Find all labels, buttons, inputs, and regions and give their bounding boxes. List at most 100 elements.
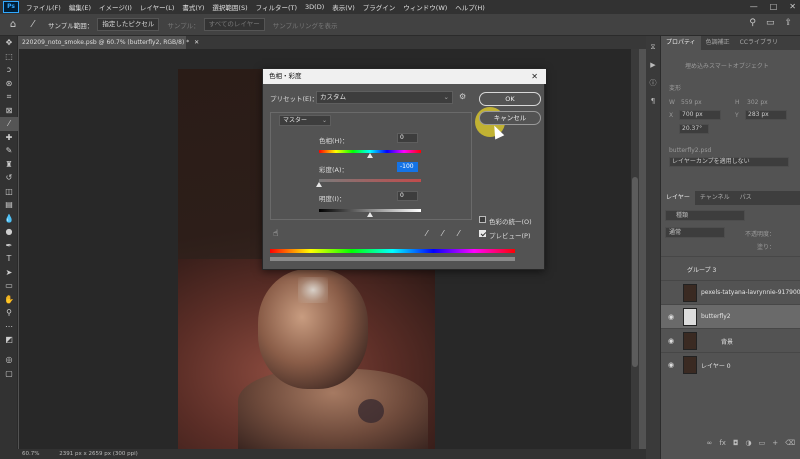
clone-stamp-icon[interactable]: ♜ <box>0 158 18 172</box>
lightness-slider-handle[interactable] <box>367 212 373 217</box>
canvas-scrollbar[interactable] <box>631 49 639 449</box>
path-select-icon[interactable]: ➤ <box>0 266 18 280</box>
pen-tool-icon[interactable]: ✒ <box>0 239 18 253</box>
layer-row[interactable]: ◉ レイヤー 0 <box>661 352 800 376</box>
tab-paths[interactable]: パス <box>735 191 757 205</box>
screen-mode-icon[interactable]: ▢ <box>0 367 18 381</box>
sample-size-select[interactable]: 指定したピクセル <box>97 18 160 31</box>
close-tab-icon[interactable]: ✕ <box>194 39 199 46</box>
color-swatch-icon[interactable]: ◩ <box>0 333 18 353</box>
adjustment-icon[interactable]: ◑ <box>745 436 751 450</box>
share-icon[interactable]: ⇪ <box>784 18 792 28</box>
angle-field[interactable]: 20.37° <box>679 124 709 134</box>
show-ring-checkbox[interactable]: サンプルリングを表示 <box>273 20 338 30</box>
layer-row[interactable]: pexels-tatyana-lavrynnie-917900 <box>661 280 800 304</box>
ok-button[interactable]: OK <box>479 92 541 106</box>
saturation-slider-track[interactable] <box>319 179 421 182</box>
colorize-checkbox[interactable] <box>479 216 486 223</box>
lasso-tool-icon[interactable]: ↄ <box>0 63 18 77</box>
history-panel-icon[interactable]: ⧖ <box>646 40 660 54</box>
menu-filter[interactable]: フィルター(T) <box>256 2 297 12</box>
eye-icon[interactable]: ◉ <box>668 337 674 345</box>
eraser-tool-icon[interactable]: ◫ <box>0 185 18 199</box>
y-field[interactable]: 283 px <box>745 110 787 120</box>
zoom-level[interactable]: 60.7% <box>22 451 39 457</box>
eye-icon[interactable]: ◉ <box>668 313 674 321</box>
tab-properties[interactable]: プロパティ <box>661 36 701 50</box>
layer-filter-input[interactable]: 種類 <box>665 210 745 221</box>
saturation-slider-handle[interactable] <box>316 182 322 187</box>
crop-tool-icon[interactable]: ⌗ <box>0 90 18 104</box>
preview-checkbox[interactable] <box>479 230 486 237</box>
menu-help[interactable]: ヘルプ(H) <box>455 2 484 12</box>
blend-mode-select[interactable]: 通常 <box>665 227 725 238</box>
cancel-button[interactable]: キャンセル <box>479 111 541 125</box>
height-value[interactable]: 302 px <box>747 99 768 106</box>
new-layer-icon[interactable]: + <box>772 436 778 450</box>
menu-file[interactable]: ファイル(F) <box>26 2 61 12</box>
dodge-tool-icon[interactable]: ● <box>0 225 18 239</box>
eyedropper-icon[interactable]: ⁄ <box>426 229 427 238</box>
channel-select[interactable]: マスター ⌄ <box>279 115 331 126</box>
saturation-input[interactable]: -100 <box>397 162 418 172</box>
actions-panel-icon[interactable]: ▶ <box>646 58 660 72</box>
layer-comp-select[interactable]: レイヤーカンプを適用しない <box>669 157 789 167</box>
lightness-input[interactable]: 0 <box>397 191 418 201</box>
menu-plugins[interactable]: プラグイン <box>363 2 396 12</box>
frame-tool-icon[interactable]: ⊠ <box>0 104 18 118</box>
quick-select-tool-icon[interactable]: ⊛ <box>0 77 18 91</box>
eyedropper-icon[interactable]: ⁄ <box>0 117 18 131</box>
link-icon[interactable]: ∞ <box>706 436 712 450</box>
menu-select[interactable]: 選択範囲(S) <box>212 2 247 12</box>
fx-icon[interactable]: fx <box>719 436 726 450</box>
hand-tool-icon[interactable]: ✋ <box>0 293 18 307</box>
menu-window[interactable]: ウィンドウ(W) <box>403 2 447 12</box>
layer-row[interactable]: グループ 3 <box>661 256 800 280</box>
close-window-button[interactable]: ✕ <box>789 2 796 11</box>
quick-mask-icon[interactable]: ◎ <box>0 353 18 367</box>
info-panel-icon[interactable]: ⓘ <box>646 76 660 90</box>
healing-brush-icon[interactable]: ✚ <box>0 131 18 145</box>
hue-slider-handle[interactable] <box>367 153 373 158</box>
width-value[interactable]: 559 px <box>681 99 702 106</box>
brush-tool-icon[interactable]: ✎ <box>0 144 18 158</box>
dialog-close-button[interactable]: ✕ <box>531 69 538 84</box>
folder-icon[interactable]: ▭ <box>759 436 766 450</box>
menu-type[interactable]: 書式(Y) <box>182 2 204 12</box>
hue-input[interactable]: 0 <box>397 133 418 143</box>
shape-tool-icon[interactable]: ▭ <box>0 279 18 293</box>
marquee-tool-icon[interactable]: ⬚ <box>0 50 18 64</box>
x-field[interactable]: 700 px <box>679 110 721 120</box>
more-tools-icon[interactable]: ⋯ <box>0 320 18 334</box>
mask-icon[interactable]: ◘ <box>733 436 739 450</box>
preset-select[interactable]: カスタム ⌄ <box>316 91 453 104</box>
menu-view[interactable]: 表示(V) <box>332 2 355 12</box>
home-icon[interactable]: ⌂ <box>6 18 20 32</box>
zoom-tool-icon[interactable]: ⚲ <box>0 306 18 320</box>
workspace-icon[interactable]: ▭ <box>766 18 775 28</box>
tab-adjustments[interactable]: 色調補正 <box>701 36 735 50</box>
type-tool-icon[interactable]: T <box>0 252 18 266</box>
history-brush-icon[interactable]: ↺ <box>0 171 18 185</box>
menu-image[interactable]: イメージ(I) <box>99 2 132 12</box>
tab-cc-libraries[interactable]: CCライブラリ <box>735 36 783 50</box>
gradient-tool-icon[interactable]: ▤ <box>0 198 18 212</box>
maximize-button[interactable]: □ <box>770 2 778 11</box>
menu-3d[interactable]: 3D(D) <box>305 3 324 11</box>
paragraph-panel-icon[interactable]: ¶ <box>646 94 660 108</box>
eyedropper-minus-icon[interactable]: ⁄ <box>458 229 459 238</box>
layer-row[interactable]: ◉ butterfly2 <box>661 304 800 328</box>
scrollbar-thumb[interactable] <box>632 177 638 367</box>
tab-channels[interactable]: チャンネル <box>695 191 735 205</box>
target-adjust-icon[interactable]: ☝ <box>273 229 278 239</box>
search-icon[interactable]: ⚲ <box>749 18 756 28</box>
trash-icon[interactable]: ⌫ <box>785 436 795 450</box>
move-tool-icon[interactable]: ✥ <box>0 36 18 50</box>
menu-layer[interactable]: レイヤー(L) <box>140 2 175 12</box>
sample-select[interactable]: すべてのレイヤー <box>203 18 265 31</box>
preset-options-icon[interactable]: ⚙ <box>459 92 466 101</box>
minimize-button[interactable]: — <box>750 2 758 11</box>
blur-tool-icon[interactable]: 💧 <box>0 212 18 226</box>
tab-layers[interactable]: レイヤー <box>661 191 695 205</box>
eyedropper-tool-icon[interactable]: ⁄ <box>26 18 40 32</box>
